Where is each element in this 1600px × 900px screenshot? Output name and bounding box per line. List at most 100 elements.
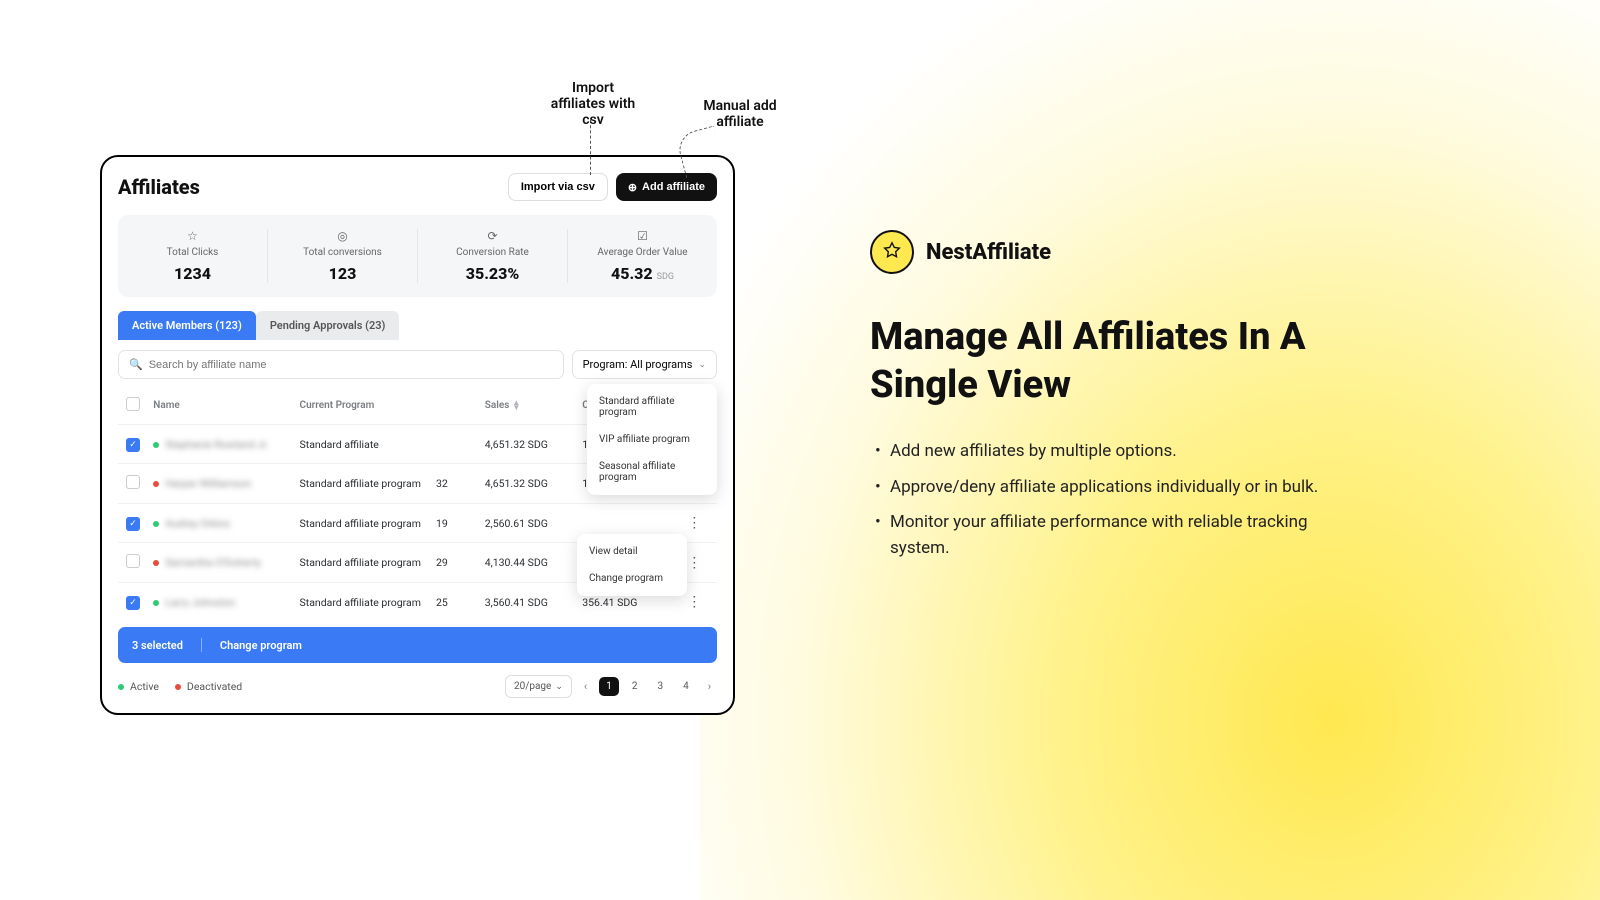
click-icon: ☆ [118,229,267,243]
program-filter-label: Program: All programs [583,358,693,371]
marketing-headline: Manage All Affiliates In A Single View [870,314,1370,409]
affiliate-name: Harper Williamson [165,477,251,490]
cell-sales: 4,651.32 SDG [485,477,582,490]
cell-sales: 2,560.61 SDG [485,517,582,530]
page-title: Affiliates [118,175,200,199]
cell-orders: 19 [436,517,485,530]
dropdown-option[interactable]: Seasonal affiliate program [587,453,717,491]
stats-row: ☆ Total Clicks 1234 ◎ Total conversions … [118,215,717,297]
row-checkbox[interactable] [126,475,140,489]
program-filter-select[interactable]: Program: All programs ⌄ [572,350,717,379]
callout-line [590,120,591,175]
cell-commissions: 356.41 SDG [582,596,679,609]
bulk-action-bar: 3 selected Change program [118,627,717,663]
stat-label: Conversion Rate [418,247,567,258]
status-dot [153,560,159,566]
cell-program: Standard affiliate program [300,596,436,609]
next-page[interactable]: › [702,676,717,697]
app-window: Affiliates Import via csv ⊕ Add affiliat… [100,155,735,715]
target-icon: ◎ [268,229,417,243]
row-checkbox[interactable] [126,554,140,568]
row-checkbox[interactable]: ✓ [126,596,140,610]
bulk-count: 3 selected [132,639,183,652]
row-checkbox[interactable]: ✓ [126,438,140,452]
menu-view-detail[interactable]: View detail [577,538,687,565]
import-csv-button[interactable]: Import via csv [508,173,608,201]
row-checkbox[interactable]: ✓ [126,517,140,531]
page-3[interactable]: 3 [650,677,670,696]
stat-label: Average Order Value [568,247,717,258]
chevron-down-icon: ⌄ [555,682,563,692]
col-program: Current Program [300,400,436,411]
cell-sales: 3,560.41 SDG [485,596,582,609]
stat-label: Total Clicks [118,247,267,258]
cell-program: Standard affiliate program [300,556,436,569]
stat-label: Total conversions [268,247,417,258]
legend-active: Active [130,680,159,693]
page-4[interactable]: 4 [676,677,696,696]
cell-program: Standard affiliate program [300,517,436,530]
marketing-bullets: Add new affiliates by multiple options. … [870,439,1370,561]
dropdown-option[interactable]: VIP affiliate program [587,426,717,453]
status-dot [153,521,159,527]
status-dot-deactivated [175,684,181,690]
affiliate-name: Samantha O'Doherty [165,556,261,569]
program-dropdown: Standard affiliate program VIP affiliate… [587,384,717,495]
callout-import-csv: Import affiliates with csv [543,80,643,128]
bullet-item: Add new affiliates by multiple options. [870,439,1370,465]
cell-sales: 4,651.32 SDG [485,438,582,451]
stat-value: 1234 [118,264,267,283]
status-dot [153,481,159,487]
stat-total-clicks: ☆ Total Clicks 1234 [118,229,268,283]
col-name: Name [153,400,299,411]
add-affiliate-button[interactable]: ⊕ Add affiliate [616,173,717,201]
marketing-panel: NestAffiliate Manage All Affiliates In A… [870,230,1370,571]
status-dot-active [118,684,124,690]
cell-sales: 4,130.44 SDG [485,556,582,569]
status-dot [153,442,159,448]
affiliate-name: Audrey Orkins [165,517,230,530]
select-all-checkbox[interactable] [126,397,140,411]
search-input-wrapper[interactable]: 🔍 [118,350,564,379]
tab-active-members[interactable]: Active Members (123) [118,311,256,340]
table-row: ✓ Audrey Orkins Standard affiliate progr… [118,503,717,542]
stat-value: 123 [268,264,417,283]
stat-conversion-rate: ⟳ Conversion Rate 35.23% [418,229,568,283]
brand-logo-icon [870,230,914,274]
page-size-select[interactable]: 20/page⌄ [505,675,572,698]
bullet-item: Approve/deny affiliate applications indi… [870,475,1370,501]
percent-icon: ⟳ [418,229,567,243]
tab-pending-approvals[interactable]: Pending Approvals (23) [256,311,400,340]
cell-program: Standard affiliate program [300,477,436,490]
bullet-item: Monitor your affiliate performance with … [870,510,1370,561]
cart-icon: ☑ [568,229,717,243]
stat-value: 35.23% [418,264,567,283]
bulk-change-program[interactable]: Change program [220,639,302,652]
page-1[interactable]: 1 [599,677,619,696]
stat-conversions: ◎ Total conversions 123 [268,229,418,283]
callout-manual-add: Manual add affiliate [700,98,780,130]
row-actions-button[interactable]: ⋮ [687,515,701,531]
status-legend: Active Deactivated [118,680,242,693]
search-icon: 🔍 [129,358,143,371]
stat-value: 45.32 [611,264,653,283]
page-2[interactable]: 2 [625,677,645,696]
stat-aov: ☑ Average Order Value 45.32 SDG [568,229,717,283]
stat-unit: SDG [657,272,674,282]
col-sales[interactable]: Sales [485,400,510,411]
brand-name: NestAffiliate [926,240,1051,265]
menu-change-program[interactable]: Change program [577,565,687,592]
row-action-menu: View detail Change program [577,534,687,596]
dropdown-option[interactable]: Standard affiliate program [587,388,717,426]
cell-orders: 25 [436,596,485,609]
row-actions-button[interactable]: ⋮ [687,555,701,571]
prev-page[interactable]: ‹ [578,676,593,697]
row-actions-button[interactable]: ⋮ [687,594,701,610]
cell-orders: 32 [436,477,485,490]
legend-deactivated: Deactivated [187,680,242,693]
affiliate-name: Larry Johnston [165,596,235,609]
cell-program: Standard affiliate [300,438,436,451]
sort-icon[interactable]: ▲▼ [512,401,520,411]
search-input[interactable] [149,359,553,371]
pagination: 20/page⌄ ‹ 1 2 3 4 › [505,675,717,698]
